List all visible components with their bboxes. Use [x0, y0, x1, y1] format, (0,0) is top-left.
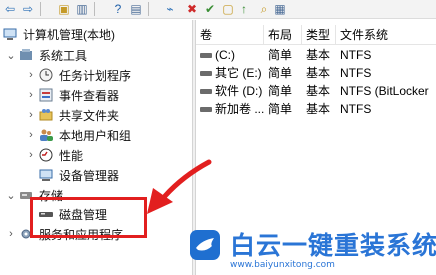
volume-name: (C:) [215, 48, 235, 62]
drive-icon [200, 53, 212, 59]
watermark: 白云一键重装系统 www.baiyunxitong.com [186, 224, 436, 275]
drive-icon [200, 89, 212, 95]
tree-item-event-viewer[interactable]: › 事件查看器 [26, 85, 119, 105]
filesystem-cell: NTFS [340, 66, 372, 80]
chevron-down-icon[interactable]: ⌄ [6, 189, 16, 202]
volume-name: 新加卷 ... [215, 102, 264, 116]
chevron-right-icon[interactable]: › [26, 69, 36, 81]
table-row[interactable]: 新加卷 ... 简单 基本 NTFS [196, 101, 436, 118]
volume-cell: 新加卷 ... [196, 101, 264, 118]
layout-cell: 简单 [268, 84, 293, 98]
watermark-title: 白云一键重装系统 [230, 231, 436, 260]
table-row[interactable]: (C:) 简单 基本 NTFS [196, 47, 436, 64]
show-hide-tree-icon[interactable]: ▥ [74, 1, 90, 17]
tree-label-root: 计算机管理(本地) [23, 27, 115, 42]
system-tools-icon [18, 47, 34, 63]
help-icon[interactable]: ? [110, 1, 126, 17]
column-header-layout[interactable]: 布局 [264, 25, 302, 45]
tree-label-shared-folders: 共享文件夹 [59, 108, 120, 123]
tree-item-performance[interactable]: › 性能 [26, 145, 83, 165]
tree-item-root[interactable]: 计算机管理(本地) [2, 24, 115, 44]
bird-logo-icon [190, 230, 220, 260]
toolbar-separator [94, 2, 95, 16]
layout-cell: 简单 [268, 66, 293, 80]
type-cell: 基本 [306, 102, 331, 116]
volume-name: 其它 (E:) [215, 66, 262, 80]
column-header-filesystem[interactable]: 文件系统 [336, 25, 436, 45]
column-header-type[interactable]: 类型 [302, 25, 336, 45]
volume-name: 软件 (D:) [215, 84, 263, 98]
tree-item-shared-folders[interactable]: › 共享文件夹 [26, 105, 119, 125]
type-cell: 基本 [306, 48, 331, 62]
tree-label-performance: 性能 [59, 148, 84, 163]
move-up-icon[interactable]: ↑ [236, 1, 252, 17]
table-row[interactable]: 软件 (D:) 简单 基本 NTFS (BitLocker [196, 83, 436, 100]
tree-item-task-scheduler[interactable]: › 任务计划程序 [26, 65, 131, 85]
back-icon[interactable]: ⇦ [2, 1, 18, 17]
chevron-right-icon[interactable]: › [26, 109, 36, 121]
tree-label-task-scheduler: 任务计划程序 [59, 68, 132, 83]
drive-icon [200, 71, 212, 77]
tree-label-event-viewer: 事件查看器 [59, 88, 120, 103]
toolbar-separator [148, 2, 149, 16]
event-viewer-icon [38, 87, 54, 103]
toolbar: ⇦ ⇨ ▣ ▥? ▤ ⌁ ✖ ✔ ▢ ↑ ⌕ ▦ [0, 0, 436, 19]
volume-cell: 软件 (D:) [196, 83, 264, 100]
tree-label-device-manager: 设备管理器 [59, 168, 120, 183]
delete-icon[interactable]: ✖ [184, 1, 200, 17]
type-cell: 基本 [306, 66, 331, 80]
volume-cell: (C:) [196, 47, 264, 64]
up-folder-icon[interactable]: ▣ [56, 1, 72, 17]
list-header: 卷 布局 类型 文件系统 [196, 25, 436, 45]
toolbar-separator [40, 2, 41, 16]
table-row[interactable]: 其它 (E:) 简单 基本 NTFS [196, 65, 436, 82]
properties-icon[interactable]: ▤ [128, 1, 144, 17]
layout-cell: 简单 [268, 48, 293, 62]
tree-item-device-manager[interactable]: 设备管理器 [38, 165, 119, 185]
tree-label-system-tools: 系统工具 [39, 48, 88, 63]
chevron-right-icon[interactable]: › [26, 129, 36, 141]
drive-icon [200, 107, 212, 113]
tree-item-system-tools[interactable]: ⌄ 系统工具 [6, 45, 87, 65]
filesystem-cell: NTFS [340, 48, 372, 62]
filesystem-cell: NTFS [340, 102, 372, 116]
chevron-right-icon[interactable]: › [26, 149, 36, 161]
highlight-box [30, 197, 147, 238]
column-header-volume[interactable]: 卷 [196, 25, 264, 45]
users-icon [38, 127, 54, 143]
watermark-url: www.baiyunxitong.com [230, 260, 335, 270]
clock-icon [38, 67, 54, 83]
tree-label-local-users: 本地用户和组 [59, 128, 132, 143]
folder-icon[interactable]: ▢ [220, 1, 236, 17]
view-list-icon[interactable]: ▦ [272, 1, 288, 17]
layout-cell: 简单 [268, 102, 293, 116]
connect-icon[interactable]: ⌁ [162, 1, 178, 17]
volume-cell: 其它 (E:) [196, 65, 264, 82]
search-folder-icon[interactable]: ⌕ [256, 1, 272, 17]
computer-management-icon [2, 26, 18, 42]
device-manager-icon [38, 167, 54, 183]
check-icon[interactable]: ✔ [202, 1, 218, 17]
forward-icon[interactable]: ⇨ [20, 1, 36, 17]
chevron-down-icon[interactable]: ⌄ [6, 49, 16, 62]
performance-icon [38, 147, 54, 163]
chevron-right-icon[interactable]: › [26, 89, 36, 101]
pointer-arrow-icon [147, 159, 212, 214]
filesystem-cell: NTFS (BitLocker [340, 84, 429, 98]
type-cell: 基本 [306, 84, 331, 98]
chevron-right-icon[interactable]: › [6, 228, 16, 240]
shared-folder-icon [38, 107, 54, 123]
tree-item-local-users[interactable]: › 本地用户和组 [26, 125, 131, 145]
computer-management-window: ⇦ ⇨ ▣ ▥? ▤ ⌁ ✖ ✔ ▢ ↑ ⌕ ▦ 计算机管理(本地) ⌄ 系统工具 › 任务计划程序 … [0, 0, 436, 275]
